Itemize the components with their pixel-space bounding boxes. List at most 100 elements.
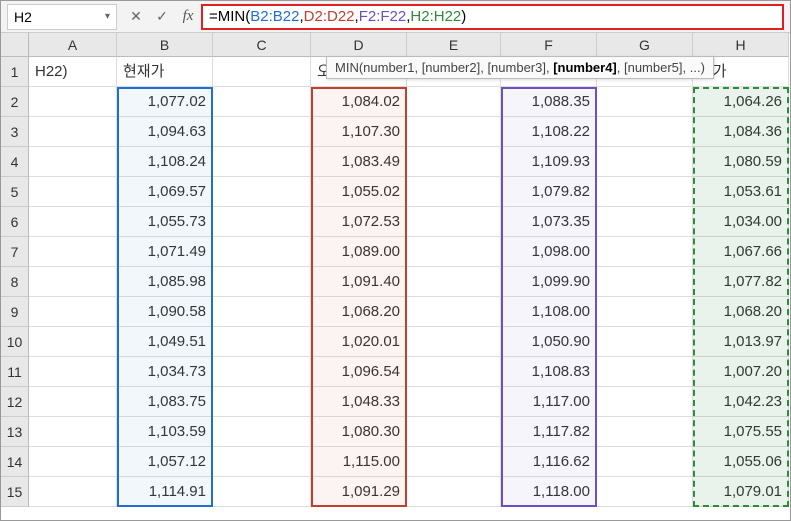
cell[interactable] [213,447,311,477]
cell[interactable]: 1,069.57 [117,177,213,207]
cell[interactable] [597,357,693,387]
row-header[interactable]: 4 [1,147,29,177]
cell[interactable]: 1,089.00 [311,237,407,267]
cell[interactable]: 1,007.20 [693,357,789,387]
column-header-c[interactable]: C [213,33,311,57]
cell[interactable] [213,387,311,417]
cell[interactable]: 1,068.20 [693,297,789,327]
cell[interactable]: 1,042.23 [693,387,789,417]
cell[interactable] [213,87,311,117]
cell[interactable]: 1,109.93 [501,147,597,177]
cell[interactable] [597,387,693,417]
cell[interactable]: 1,080.30 [311,417,407,447]
cell[interactable] [213,417,311,447]
cell[interactable] [29,417,117,447]
cell[interactable] [597,477,693,507]
cell[interactable] [213,177,311,207]
cell[interactable]: 1,053.61 [693,177,789,207]
cell[interactable] [29,447,117,477]
formula-input[interactable]: =MIN(B2:B22,D2:D22,F2:F22,H2:H22) [201,4,784,30]
row-header[interactable]: 2 [1,87,29,117]
cell[interactable] [597,447,693,477]
column-header-b[interactable]: B [117,33,213,57]
cell[interactable]: 1,091.40 [311,267,407,297]
cell[interactable] [213,117,311,147]
cell[interactable] [29,207,117,237]
cell[interactable] [407,477,501,507]
cell[interactable] [29,387,117,417]
cell[interactable]: 1,117.82 [501,417,597,447]
cell[interactable]: H22) [29,57,117,87]
chevron-down-icon[interactable]: ▾ [105,11,110,22]
cell[interactable]: 1,099.90 [501,267,597,297]
cell[interactable] [597,147,693,177]
cell[interactable]: 1,067.66 [693,237,789,267]
cell[interactable]: 1,020.01 [311,327,407,357]
cell[interactable]: 1,079.01 [693,477,789,507]
cell[interactable] [597,237,693,267]
cell[interactable] [407,267,501,297]
cell[interactable] [597,297,693,327]
cell[interactable] [407,147,501,177]
cell[interactable]: 1,083.75 [117,387,213,417]
cell[interactable] [213,57,311,87]
cell[interactable] [213,237,311,267]
cell[interactable]: 1,071.49 [117,237,213,267]
cell[interactable] [597,87,693,117]
cell[interactable]: 1,117.00 [501,387,597,417]
cell[interactable]: 1,048.33 [311,387,407,417]
row-header[interactable]: 8 [1,267,29,297]
cell[interactable] [29,147,117,177]
column-header-d[interactable]: D [311,33,407,57]
cell[interactable]: 1,055.73 [117,207,213,237]
cell[interactable]: 1,049.51 [117,327,213,357]
cell[interactable]: 1,116.62 [501,447,597,477]
cell[interactable]: 1,108.22 [501,117,597,147]
cell[interactable] [213,357,311,387]
fx-icon[interactable]: fx [175,8,201,25]
cell[interactable]: 현재가 [117,57,213,87]
cell[interactable] [407,327,501,357]
cell[interactable]: 1,118.00 [501,477,597,507]
cell[interactable]: 1,055.06 [693,447,789,477]
cell[interactable]: 1,055.02 [311,177,407,207]
cell[interactable] [597,267,693,297]
cell[interactable]: 1,115.00 [311,447,407,477]
column-header-a[interactable]: A [29,33,117,57]
cell[interactable] [407,177,501,207]
cell[interactable] [407,447,501,477]
row-header[interactable]: 12 [1,387,29,417]
cell[interactable] [29,327,117,357]
row-header[interactable]: 7 [1,237,29,267]
cell[interactable]: 1,091.29 [311,477,407,507]
select-all-corner[interactable] [1,33,29,57]
row-header[interactable]: 14 [1,447,29,477]
cell[interactable] [29,87,117,117]
cell[interactable] [597,117,693,147]
row-header[interactable]: 10 [1,327,29,357]
row-header[interactable]: 11 [1,357,29,387]
cell[interactable]: 1,084.02 [311,87,407,117]
cell[interactable] [407,387,501,417]
cell[interactable] [407,417,501,447]
row-header[interactable]: 1 [1,57,29,87]
cell[interactable]: 1,064.26 [693,87,789,117]
cell[interactable] [597,177,693,207]
cell[interactable] [29,117,117,147]
cell[interactable]: 1,108.83 [501,357,597,387]
cell[interactable] [213,207,311,237]
cell[interactable]: 1,073.35 [501,207,597,237]
cell[interactable]: 1,090.58 [117,297,213,327]
cell[interactable] [407,297,501,327]
row-header[interactable]: 6 [1,207,29,237]
column-header-e[interactable]: E [407,33,501,57]
cell[interactable]: 1,080.59 [693,147,789,177]
enter-icon[interactable]: ✓ [149,4,175,30]
row-header[interactable]: 5 [1,177,29,207]
cell[interactable]: 1,096.54 [311,357,407,387]
cell[interactable]: 1,085.98 [117,267,213,297]
cell[interactable]: 1,072.53 [311,207,407,237]
cell[interactable] [213,297,311,327]
column-header-g[interactable]: G [597,33,693,57]
cell[interactable]: 1,068.20 [311,297,407,327]
